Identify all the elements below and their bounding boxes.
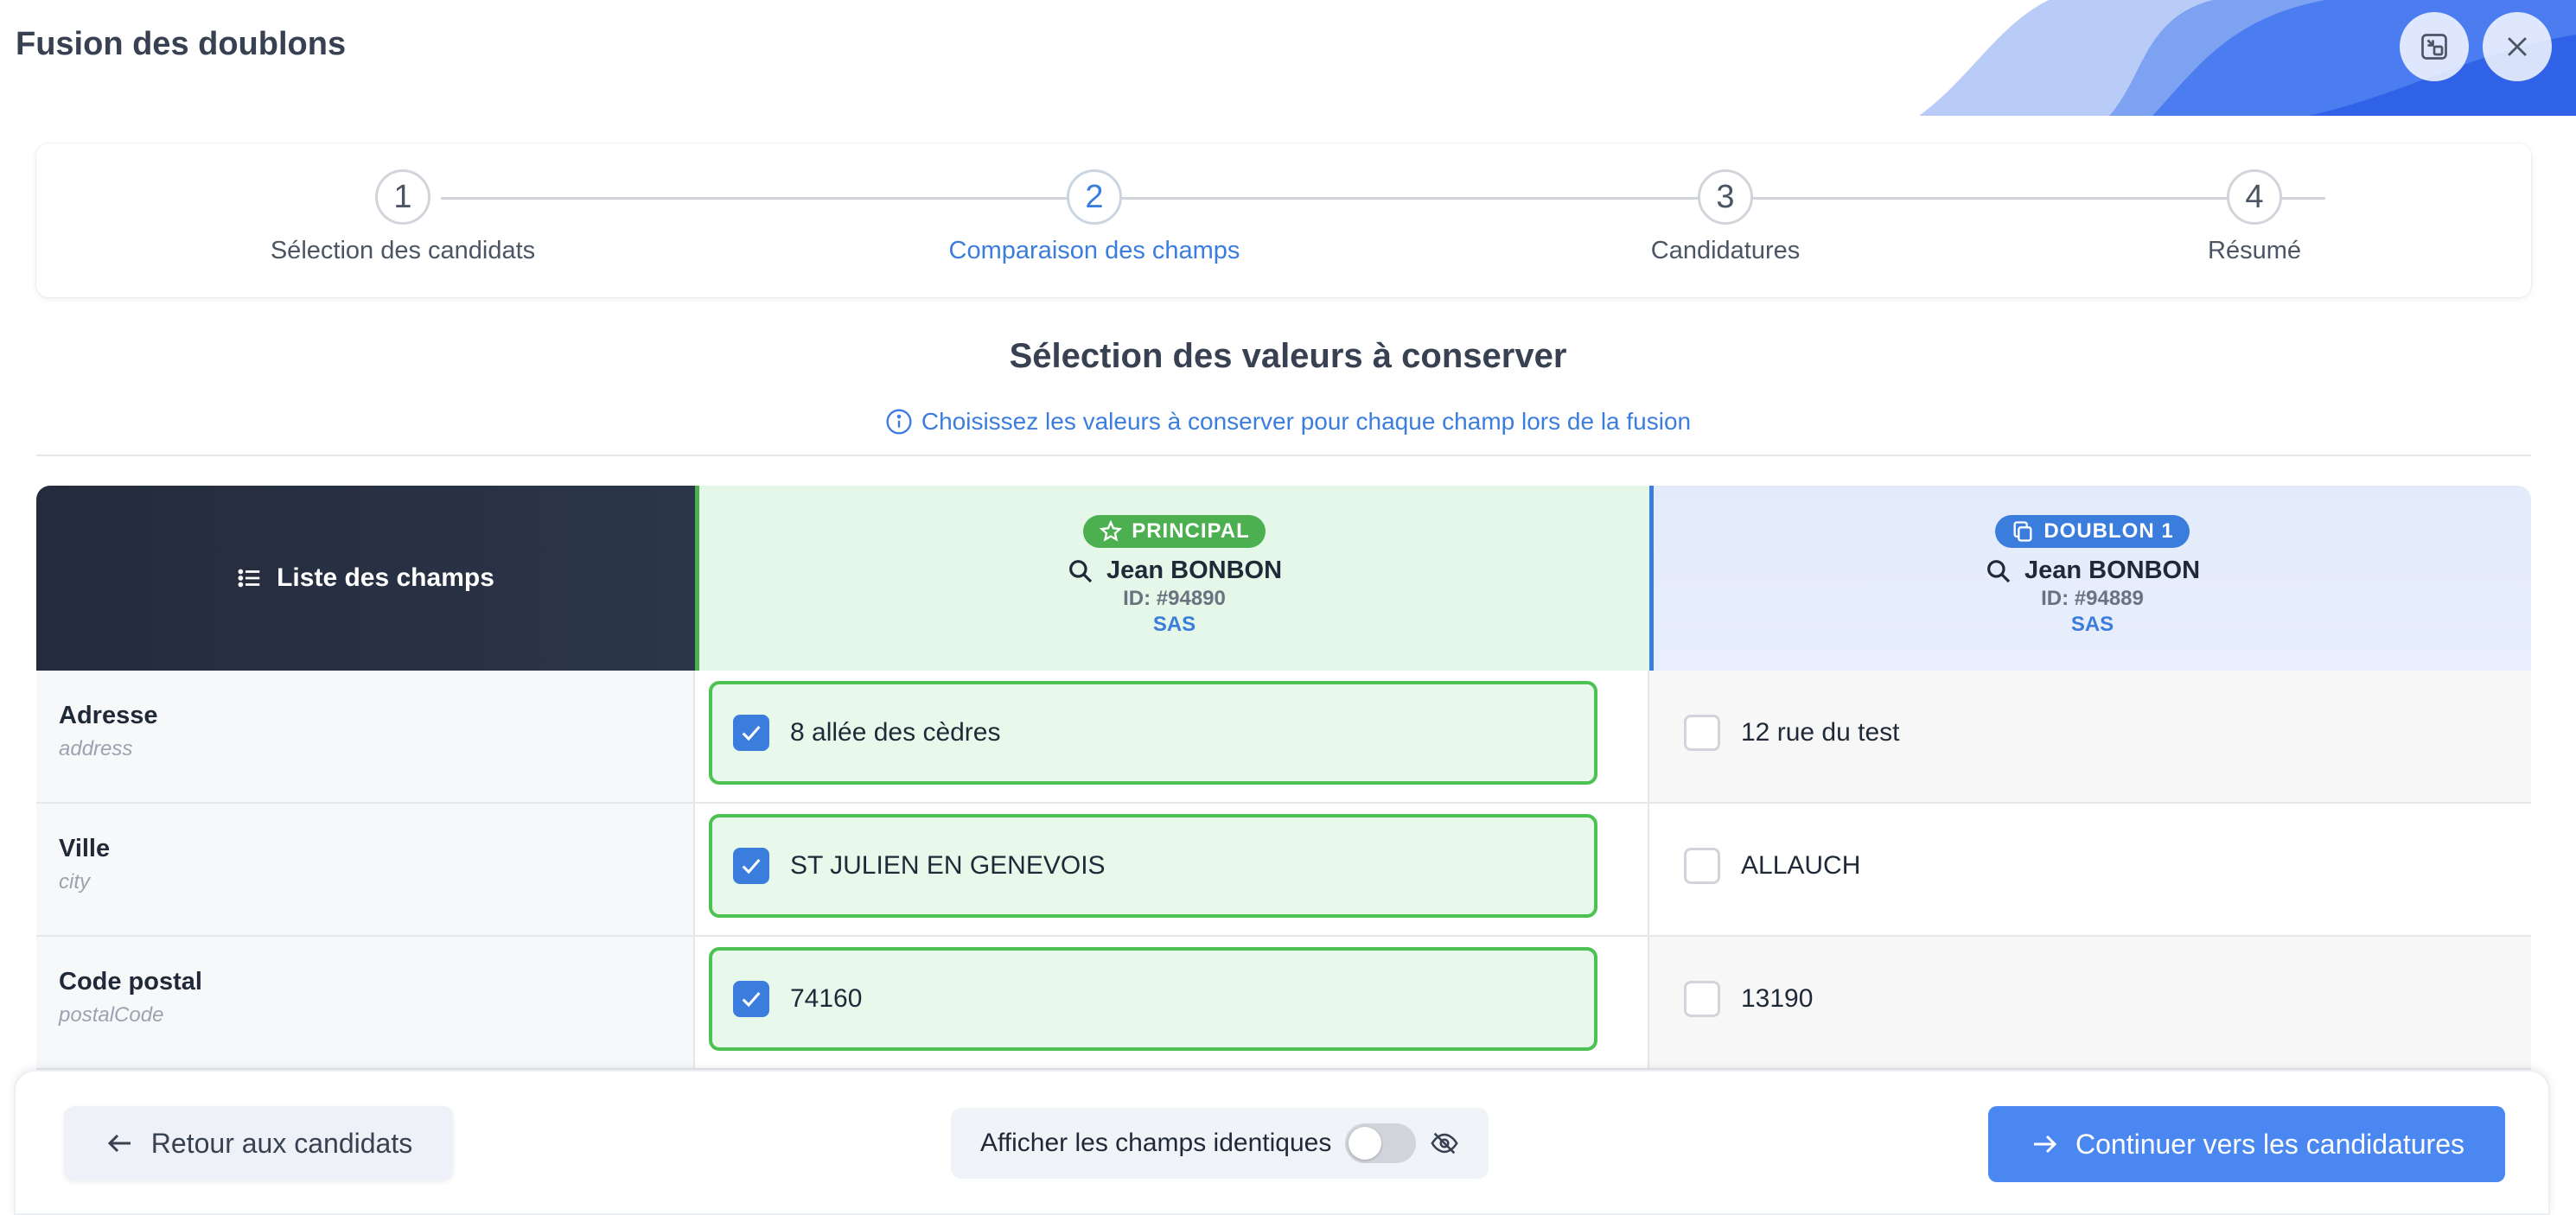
- field-cell: Ville city: [36, 804, 695, 935]
- doublon-column-header: DOUBLON 1 Jean BONBON ID: #94889 SAS: [1649, 486, 2531, 671]
- field-label: Ville: [59, 835, 111, 862]
- star-icon: [1099, 519, 1123, 542]
- step-number: 1: [375, 169, 430, 225]
- fields-header-label: Liste des champs: [277, 563, 494, 592]
- principal-value-text: ST JULIEN EN GENEVOIS: [790, 851, 1106, 880]
- field-cell: Adresse address: [36, 671, 695, 802]
- table-row: Adresse address 8 allée des cèdres 12 ru…: [36, 671, 2531, 804]
- checkbox-checked[interactable]: [733, 848, 769, 884]
- copy-icon: [2013, 521, 2032, 542]
- step-number: 4: [2227, 169, 2282, 225]
- principal-value-option[interactable]: 8 allée des cèdres: [709, 681, 1597, 785]
- search-icon: [1987, 559, 2011, 582]
- doublon-value-text: ALLAUCH: [1741, 851, 1861, 880]
- doublon-badge-label: DOUBLON 1: [2044, 519, 2174, 543]
- field-key: city: [59, 870, 90, 894]
- doublon-value-text: 12 rue du test: [1741, 718, 1900, 747]
- check-icon: [742, 726, 761, 741]
- principal-badge: PRINCIPAL: [1083, 515, 1266, 548]
- show-identical-toggle[interactable]: [1345, 1123, 1417, 1163]
- principal-value-text: 74160: [790, 984, 863, 1013]
- check-icon: [742, 859, 761, 875]
- section-title: Sélection des valeurs à conserver: [1009, 337, 1567, 375]
- table-row: Code postal postalCode 74160 13190: [36, 937, 2531, 1070]
- field-key: postalCode: [59, 1003, 164, 1027]
- step-label: Candidatures: [1650, 237, 1801, 264]
- doublon-id: ID: #94889: [2041, 587, 2144, 610]
- section-hint: Choisissez les valeurs à conserver pour …: [0, 408, 2576, 436]
- arrow-right-icon: [2033, 1135, 2057, 1154]
- back-button[interactable]: Retour aux candidats: [64, 1106, 453, 1180]
- arrow-left-icon: [107, 1134, 131, 1153]
- principal-value-text: 8 allée des cèdres: [790, 718, 1001, 747]
- checkbox-checked[interactable]: [733, 715, 769, 751]
- checkbox-checked[interactable]: [733, 981, 769, 1017]
- principal-value-cell: 8 allée des cèdres: [695, 671, 1649, 802]
- footer-bar: Retour aux candidats Afficher les champs…: [14, 1070, 2550, 1215]
- checkbox-unchecked[interactable]: [1684, 981, 1720, 1017]
- principal-id: ID: #94890: [1123, 587, 1226, 610]
- search-icon: [1069, 559, 1093, 582]
- principal-name-text: Jean BONBON: [1106, 557, 1283, 584]
- principal-company: SAS: [1152, 613, 1196, 636]
- principal-column-header: PRINCIPAL Jean BONBON ID: #94890 SAS: [695, 486, 1649, 671]
- doublon-value-cell: 12 rue du test: [1649, 671, 2531, 802]
- step-candidatures[interactable]: 3 Candidatures: [1544, 169, 1907, 265]
- principal-value-cell: ST JULIEN EN GENEVOIS: [695, 804, 1649, 935]
- doublon-value-option[interactable]: 12 rue du test: [1684, 681, 1899, 785]
- principal-candidate-name[interactable]: Jean BONBON: [699, 557, 1649, 585]
- doublon-value-cell: ALLAUCH: [1649, 804, 2531, 935]
- step-selection-candidats[interactable]: 1 Sélection des candidats: [221, 169, 584, 265]
- stepper: 1 Sélection des candidats 2 Comparaison …: [36, 143, 2531, 297]
- step-label: Comparaison des champs: [948, 237, 1240, 264]
- principal-value-option[interactable]: 74160: [709, 947, 1597, 1051]
- step-label: Résumé: [2208, 237, 2301, 264]
- section-hint-text: Choisissez les valeurs à conserver pour …: [921, 408, 1692, 435]
- toggle-label: Afficher les champs identiques: [980, 1129, 1332, 1157]
- check-icon: [742, 992, 761, 1008]
- doublon-value-text: 13190: [1741, 984, 1814, 1013]
- back-button-label: Retour aux candidats: [150, 1127, 413, 1159]
- step-number: 2: [1067, 169, 1122, 225]
- principal-value-cell: 74160: [695, 937, 1649, 1068]
- eye-off-icon: [1431, 1132, 1458, 1155]
- field-label: Adresse: [59, 702, 158, 729]
- table-row: Ville city ST JULIEN EN GENEVOIS ALLAUCH: [36, 804, 2531, 937]
- minimize-window-icon: [2421, 34, 2447, 60]
- list-icon: [238, 569, 260, 588]
- close-button[interactable]: [2483, 12, 2552, 81]
- minimize-button[interactable]: [2400, 12, 2469, 81]
- step-label: Sélection des candidats: [270, 237, 536, 264]
- toggle-knob: [1349, 1127, 1382, 1160]
- field-cell: Code postal postalCode: [36, 937, 695, 1068]
- doublon-value-option[interactable]: 13190: [1684, 947, 1813, 1051]
- info-icon: [886, 409, 912, 435]
- header-wave-graphic: [1919, 0, 2576, 116]
- show-identical-fields-control: Afficher les champs identiques: [951, 1108, 1489, 1179]
- modal-title: Fusion des doublons: [16, 26, 347, 62]
- field-label: Code postal: [59, 968, 202, 996]
- checkbox-unchecked[interactable]: [1684, 848, 1720, 884]
- header-decoration: [1919, 0, 2576, 116]
- doublon-company: SAS: [2070, 613, 2114, 636]
- step-number: 3: [1698, 169, 1753, 225]
- doublon-value-cell: 13190: [1649, 937, 2531, 1068]
- close-icon: [2508, 37, 2527, 56]
- doublon-value-option[interactable]: ALLAUCH: [1684, 814, 1860, 918]
- principal-badge-label: PRINCIPAL: [1132, 519, 1250, 543]
- principal-value-option[interactable]: ST JULIEN EN GENEVOIS: [709, 814, 1597, 918]
- doublon-name-text: Jean BONBON: [2024, 557, 2201, 584]
- step-resume[interactable]: 4 Résumé: [2073, 169, 2436, 265]
- divider: [36, 455, 2531, 456]
- modal-header: Fusion des doublons: [0, 0, 2576, 116]
- doublon-badge: DOUBLON 1: [1995, 515, 2190, 548]
- continue-button-label: Continuer vers les candidatures: [2075, 1128, 2464, 1160]
- step-comparaison-champs[interactable]: 2 Comparaison des champs: [913, 169, 1276, 265]
- doublon-candidate-name[interactable]: Jean BONBON: [1654, 557, 2531, 585]
- stepper-line: [441, 197, 2325, 200]
- checkbox-unchecked[interactable]: [1684, 715, 1720, 751]
- continue-button[interactable]: Continuer vers les candidatures: [1988, 1106, 2505, 1182]
- field-key: address: [59, 737, 133, 760]
- fields-header: Liste des champs: [36, 486, 695, 671]
